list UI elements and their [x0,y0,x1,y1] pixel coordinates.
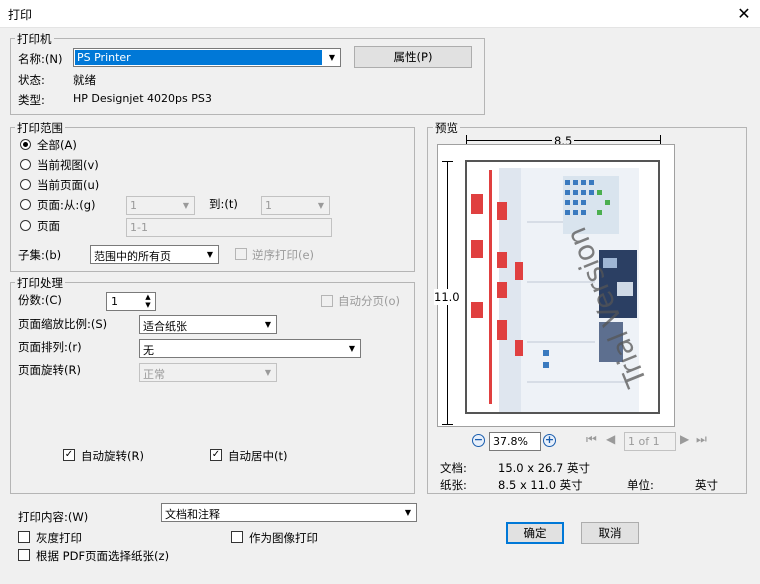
auto-rotate-label[interactable]: 自动旋转(R) [81,448,144,464]
from-page-value: 1 [130,199,137,212]
zoom-in-icon[interactable]: + [543,434,556,447]
auto-rotate-checkbox[interactable]: ✓ [63,449,75,461]
print-handling-group [10,282,415,494]
range-current-view-label[interactable]: 当前视图(v) [37,157,99,173]
chevron-down-icon[interactable]: ▼ [313,197,329,214]
range-all-label[interactable]: 全部(A) [37,137,77,153]
subset-label: 子集:(b) [18,248,62,262]
scaling-label: 页面缩放比例:(S) [18,317,108,331]
unit-value: 英寸 [695,478,718,492]
prev-page-icon[interactable]: ◀ [606,432,615,446]
as-image-label[interactable]: 作为图像打印 [249,530,318,546]
collate-label: 自动分页(o) [338,294,401,308]
grayscale-label[interactable]: 灰度打印 [36,530,82,546]
printer-name-value: PS Printer [75,50,322,65]
chevron-down-icon[interactable]: ▼ [260,316,276,333]
arrange-combo[interactable]: 无 ▼ [139,339,361,358]
last-page-icon[interactable]: ⏭ [696,432,707,447]
doc-size-value: 15.0 x 26.7 英寸 [498,461,590,475]
close-icon[interactable]: ✕ [733,2,755,24]
type-label: 类型: [18,93,45,107]
chevron-down-icon[interactable]: ▼ [260,364,276,381]
paper-size-label: 纸张: [440,478,467,492]
copies-value: 1 [111,295,118,308]
rotate-label: 页面旋转(R) [18,363,81,377]
height-dimension-tick [442,161,453,162]
cancel-button[interactable]: 取消 [581,522,639,544]
subset-combo[interactable]: 范围中的所有页 ▼ [90,245,219,264]
paper-size-value: 8.5 x 11.0 英寸 [498,478,583,492]
printer-name-label: 名称:(N) [18,52,63,66]
content-value: 文档和注释 [165,508,220,521]
printer-group-label: 打印机 [15,31,54,47]
chevron-down-icon[interactable]: ▼ [324,49,340,66]
range-current-page-radio[interactable] [20,179,31,190]
ok-button[interactable]: 确定 [506,522,564,544]
pdf-paper-checkbox[interactable] [18,549,30,561]
range-all-radio[interactable] [20,139,31,150]
first-page-icon[interactable]: ⏮ [586,432,597,447]
arrange-label: 页面排列:(r) [18,340,82,354]
content-combo[interactable]: 文档和注释 ▼ [161,503,417,522]
range-pages-radio[interactable] [20,220,31,231]
preview-label: 预览 [433,120,460,136]
unit-label: 单位: [627,478,654,492]
title-bar: 打印 ✕ [0,0,760,28]
range-pages-label[interactable]: 页面 [37,218,60,234]
to-page-value: 1 [265,199,272,212]
height-dimension: 11.0 [434,289,460,305]
range-current-view-radio[interactable] [20,159,31,170]
to-page-combo[interactable]: 1 ▼ [261,196,330,215]
next-page-icon[interactable]: ▶ [680,432,689,446]
range-current-page-label[interactable]: 当前页面(u) [37,177,99,193]
content-label: 打印内容:(W) [18,510,89,524]
copies-stepper[interactable]: 1 ▲ ▼ [106,292,156,311]
collate-checkbox[interactable] [321,295,333,307]
status-label: 状态: [18,73,45,87]
auto-center-checkbox[interactable]: ✓ [210,449,222,461]
zoom-input[interactable]: 37.8% [489,432,541,451]
type-value: HP Designjet 4020ps PS3 [73,92,212,105]
page-indicator: 1 of 1 [624,432,676,451]
range-pages-from-label[interactable]: 页面:从:(g) [37,197,96,213]
rotate-combo[interactable]: 正常 ▼ [139,363,277,382]
spin-arrows-icon[interactable]: ▲ ▼ [142,293,154,310]
chevron-down-icon[interactable]: ▼ [344,340,360,357]
to-label: 到:(t) [209,197,238,211]
auto-center-label[interactable]: 自动居中(t) [228,448,287,464]
pages-input[interactable]: 1-1 [126,218,332,237]
rotate-value: 正常 [143,368,165,381]
pdf-paper-label[interactable]: 根据 PDF页面选择纸张(z) [36,548,169,564]
reverse-checkbox[interactable] [235,248,247,260]
range-pages-from-radio[interactable] [20,199,31,210]
as-image-checkbox[interactable] [231,531,243,543]
arrange-value: 无 [143,344,154,357]
zoom-out-icon[interactable]: − [472,434,485,447]
dialog-title: 打印 [8,8,33,22]
subset-value: 范围中的所有页 [94,250,171,263]
from-page-combo[interactable]: 1 ▼ [126,196,195,215]
page-thumbnail-image: Trial Version [471,168,654,412]
chevron-down-icon[interactable]: ▼ [178,197,194,214]
print-handling-label: 打印处理 [15,275,65,291]
chevron-down-icon[interactable]: ▼ [202,246,218,263]
height-dimension-tick [442,424,453,425]
preview-page: Trial Version [465,160,660,414]
printer-name-combo[interactable]: PS Printer ▼ [73,48,341,67]
reverse-label: 逆序打印(e) [252,248,315,262]
chevron-down-icon[interactable]: ▼ [400,504,416,521]
copies-label: 份数:(C) [18,293,62,307]
status-value: 就绪 [73,73,96,87]
print-range-label: 打印范围 [15,120,65,136]
scaling-value: 适合纸张 [143,320,187,333]
grayscale-checkbox[interactable] [18,531,30,543]
doc-size-label: 文档: [440,461,467,475]
properties-button[interactable]: 属性(P) [354,46,472,68]
scaling-combo[interactable]: 适合纸张 ▼ [139,315,277,334]
